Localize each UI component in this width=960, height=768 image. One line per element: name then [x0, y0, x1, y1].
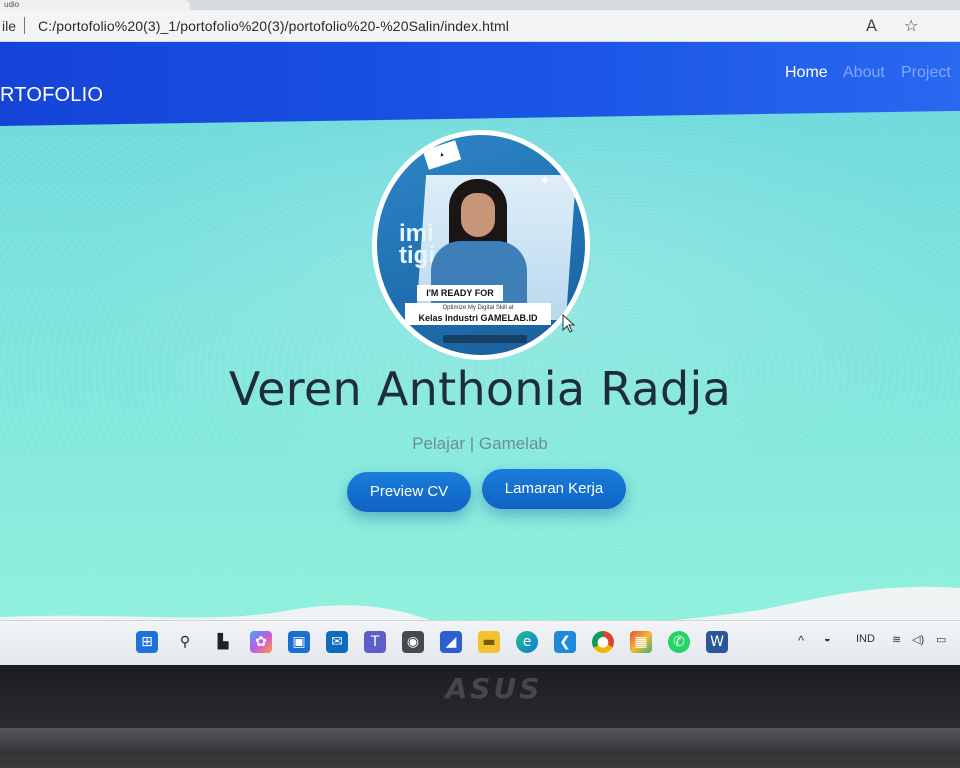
mouse-cursor-icon [562, 314, 576, 333]
network-status-icon[interactable]: ◒ [824, 633, 831, 645]
laptop-brand-logo: ASUS [445, 672, 543, 705]
avatar-footer-strip [443, 335, 527, 343]
word-icon[interactable]: W [706, 631, 728, 653]
outlook-icon[interactable]: ✉ [326, 631, 348, 653]
search-icon[interactable]: ⚲ [174, 631, 196, 653]
lamaran-kerja-button[interactable]: Lamaran Kerja [482, 469, 626, 509]
navbar [0, 42, 960, 127]
address-bar[interactable]: ile C:/portofolio%20(3)_1/portofolio%20(… [0, 10, 960, 42]
photos-icon[interactable]: ▦ [630, 631, 652, 653]
edge-icon[interactable]: e [516, 631, 538, 653]
address-url[interactable]: C:/portofolio%20(3)_1/portofolio%20(3)/p… [38, 18, 509, 34]
brand-logo[interactable]: RTOFOLIO [0, 84, 103, 107]
vscode-icon[interactable]: ❮ [554, 631, 576, 653]
task-view-icon[interactable]: ▙ [212, 631, 234, 653]
whatsapp-icon[interactable]: ✆ [668, 631, 690, 653]
star-icon[interactable]: ☆ [904, 16, 918, 35]
store-icon[interactable]: ▣ [288, 631, 310, 653]
sparkle-icon: ✦ [539, 173, 551, 189]
hero-subtitle: Pelajar | Gamelab [412, 434, 548, 453]
avatar-badge-gamelab: Optimize My Digital Skill at Kelas Indus… [405, 303, 551, 325]
nav-project[interactable]: Project [901, 64, 951, 82]
portfolio-page: RTOFOLIO Home About Project imi tigi ▲ ✦ … [0, 42, 960, 620]
nav-about[interactable]: About [843, 64, 885, 82]
taskbar: ⊞ ⚲ ▙ ✿ ▣ ✉ T ◉ ◢ ▬ e ❮ ● ▦ ✆ W ^ ◒ IND … [0, 620, 960, 665]
teams-icon[interactable]: T [364, 631, 386, 653]
chevron-up-icon[interactable]: ^ [798, 633, 804, 648]
bottom-wave [0, 586, 960, 620]
nav-home[interactable]: Home [785, 64, 828, 82]
avatar-bg-text: imi tigi [399, 220, 435, 269]
copilot-icon[interactable]: ✿ [250, 631, 272, 653]
monitor-screen: udio ile C:/portofolio%20(3)_1/portofoli… [0, 0, 960, 665]
battery-icon[interactable]: ▭ [936, 633, 946, 646]
volume-icon[interactable]: ◁) [912, 633, 924, 646]
avatar-badge-ready: I'M READY FOR [417, 285, 503, 301]
profile-avatar: imi tigi ▲ ✦ I'M READY FOR Optimize My Di… [372, 130, 590, 360]
avatar-logo-tag: ▲ [422, 140, 462, 170]
camera-icon[interactable]: ◉ [402, 631, 424, 653]
avatar-badge-small: Optimize My Digital Skill at [442, 305, 514, 311]
chrome-icon[interactable]: ● [592, 631, 614, 653]
avatar-badge-main: Kelas Industri GAMELAB.ID [418, 313, 538, 323]
editor-icon[interactable]: ◢ [440, 631, 462, 653]
address-separator [24, 17, 25, 34]
photo-scene: udio ile C:/portofolio%20(3)_1/portofoli… [0, 0, 960, 768]
avatar-photo: imi tigi ▲ ✦ I'M READY FOR Optimize My Di… [377, 135, 585, 355]
language-indicator[interactable]: IND [856, 633, 875, 645]
file-explorer-icon[interactable]: ▬ [478, 631, 500, 653]
address-prefix: ile [2, 18, 17, 34]
laptop-hinge [0, 728, 960, 750]
preview-cv-button[interactable]: Preview CV [347, 472, 471, 512]
wifi-icon[interactable]: ≋ [892, 633, 901, 646]
read-aloud-icon[interactable]: A [866, 16, 877, 35]
avatar-person-face [461, 193, 495, 237]
windows-start-icon[interactable]: ⊞ [136, 631, 158, 653]
hero-name: Veren Anthonia Radja [228, 362, 732, 416]
